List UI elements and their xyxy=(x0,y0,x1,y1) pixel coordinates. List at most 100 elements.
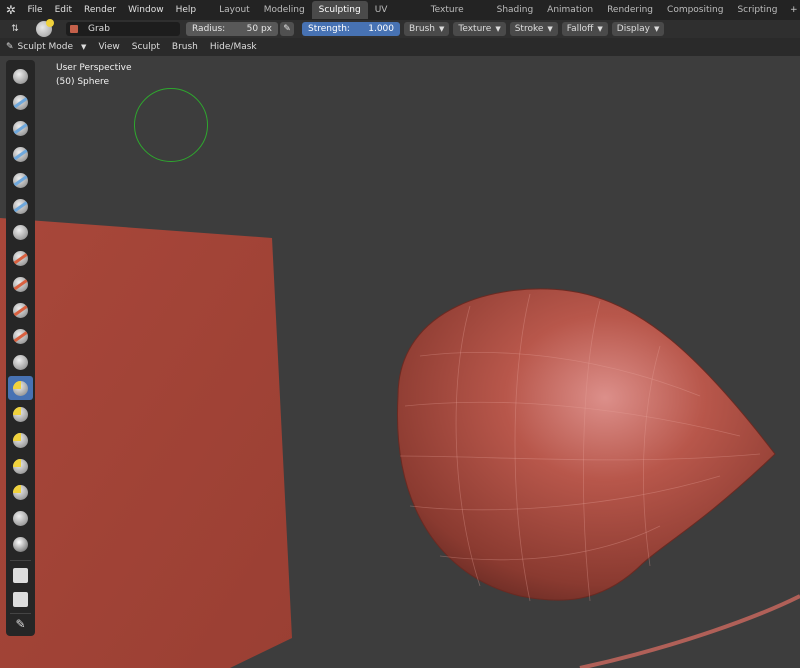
draw-tool-button[interactable] xyxy=(8,64,33,88)
brush-name-text: Grab xyxy=(88,24,110,34)
blob-icon xyxy=(13,198,28,214)
mode-label: Sculpt Mode xyxy=(17,42,74,52)
blob-tool-button[interactable] xyxy=(8,194,33,218)
radius-slider[interactable]: Radius: 50 px xyxy=(186,22,278,36)
inflate-tool-button[interactable] xyxy=(8,168,33,192)
display-dropdown[interactable]: Display ▼ xyxy=(611,22,665,36)
tab-scripting[interactable]: Scripting xyxy=(730,1,784,19)
brush-radius-circle xyxy=(134,88,208,162)
tab-texture-paint[interactable]: Texture Paint xyxy=(424,1,490,33)
menu-hide-mask[interactable]: Hide/Mask xyxy=(204,42,263,52)
tab-layout[interactable]: Layout xyxy=(212,1,257,19)
grab-tool-button[interactable] xyxy=(8,376,33,400)
scene-render xyxy=(0,218,800,668)
pinch-icon xyxy=(13,354,28,370)
view-name: User Perspective xyxy=(56,63,132,73)
snake-hook-icon xyxy=(13,406,28,422)
blender-logo-icon[interactable]: ✲ xyxy=(0,0,22,20)
brush-preview-icon[interactable] xyxy=(36,19,54,37)
tab-modeling[interactable]: Modeling xyxy=(257,1,312,19)
menu-edit[interactable]: Edit xyxy=(49,0,78,20)
stroke-dropdown[interactable]: Stroke ▼ xyxy=(509,22,558,36)
display-dropdown-label: Display xyxy=(616,24,650,34)
simplify-tool-button[interactable] xyxy=(8,506,33,530)
annotate-icon: ✎ xyxy=(15,616,26,631)
3d-viewport[interactable]: User Perspective (50) Sphere ✎ xyxy=(0,56,800,668)
stroke-dropdown-label: Stroke xyxy=(514,24,544,34)
brush-name-field[interactable]: Grab xyxy=(66,22,180,36)
fill-tool-button[interactable] xyxy=(8,298,33,322)
simplify-icon xyxy=(13,510,28,526)
mask-icon xyxy=(13,536,28,552)
tab-uv-editing[interactable]: UV Editing xyxy=(368,1,424,33)
tab-compositing[interactable]: Compositing xyxy=(660,1,730,19)
radius-label: Radius: xyxy=(192,24,226,34)
sculpt-mode-icon: ✎ xyxy=(6,42,14,52)
menu-brush[interactable]: Brush xyxy=(166,42,204,52)
strength-label: Strength: xyxy=(308,24,350,34)
layer-tool-button[interactable] xyxy=(8,142,33,166)
toolbar-separator xyxy=(10,560,31,561)
chevron-down-icon: ▼ xyxy=(547,25,553,33)
chevron-down-icon: ▼ xyxy=(597,25,603,33)
strength-slider[interactable]: Strength: 1.000 xyxy=(302,22,400,36)
smooth-tool-button[interactable] xyxy=(8,246,33,270)
tool-header: ⇅ Grab Radius: 50 px ✎ Strength: 1.000 B… xyxy=(0,19,800,38)
menu-file[interactable]: File xyxy=(22,0,49,20)
workspace-tabs: Layout Modeling Sculpting UV Editing Tex… xyxy=(212,0,800,33)
clay-strips-icon xyxy=(13,120,28,136)
flatten-tool-button[interactable] xyxy=(8,272,33,296)
curve-object xyxy=(579,594,800,668)
nudge-icon xyxy=(13,458,28,474)
tab-shading[interactable]: Shading xyxy=(490,1,541,19)
box-hide-tool-button[interactable] xyxy=(8,587,33,611)
clay-tool-button[interactable] xyxy=(8,90,33,114)
snake-hook-tool-button[interactable] xyxy=(8,402,33,426)
object-info: (50) Sphere xyxy=(56,77,110,87)
grab-icon xyxy=(13,380,28,396)
texture-dropdown[interactable]: Texture ▼ xyxy=(453,22,506,36)
crease-icon xyxy=(13,224,28,240)
radius-value: 50 px xyxy=(246,24,272,34)
menu-help[interactable]: Help xyxy=(170,0,203,20)
crease-tool-button[interactable] xyxy=(8,220,33,244)
brush-dropdown[interactable]: Brush ▼ xyxy=(404,22,450,36)
brush-datablock-icon xyxy=(70,25,78,33)
menu-view[interactable]: View xyxy=(92,42,125,52)
tab-sculpting[interactable]: Sculpting xyxy=(311,1,368,19)
annotate-tool-button[interactable]: ✎ xyxy=(8,612,33,636)
rotate-tool-button[interactable] xyxy=(8,480,33,504)
mode-selector[interactable]: ✎ Sculpt Mode ▼ xyxy=(6,42,86,52)
brush-dropdown-label: Brush xyxy=(409,24,435,34)
nudge-tool-button[interactable] xyxy=(8,454,33,478)
plane-mesh xyxy=(0,218,292,668)
falloff-dropdown[interactable]: Falloff ▼ xyxy=(561,22,608,36)
clay-strips-tool-button[interactable] xyxy=(8,116,33,140)
tab-rendering[interactable]: Rendering xyxy=(600,1,660,19)
tab-animation[interactable]: Animation xyxy=(540,1,600,19)
box-hide-icon xyxy=(13,591,28,607)
chevron-down-icon: ▼ xyxy=(81,43,87,51)
chevron-down-icon: ▼ xyxy=(653,25,660,33)
add-workspace-button[interactable]: + xyxy=(787,3,800,17)
box-mask-tool-button[interactable] xyxy=(8,563,33,587)
inflate-icon xyxy=(13,172,28,188)
eyedropper-icon[interactable]: ✎ xyxy=(280,22,294,36)
chevron-down-icon: ▼ xyxy=(495,25,501,33)
thumb-tool-button[interactable] xyxy=(8,428,33,452)
texture-dropdown-label: Texture xyxy=(458,24,492,34)
flatten-icon xyxy=(13,276,28,292)
menu-window[interactable]: Window xyxy=(122,0,170,20)
strength-value: 1.000 xyxy=(368,24,394,34)
menu-render[interactable]: Render xyxy=(78,0,122,20)
menu-sculpt[interactable]: Sculpt xyxy=(126,42,166,52)
pinch-tool-button[interactable] xyxy=(8,350,33,374)
rotate-icon xyxy=(13,484,28,500)
scrape-tool-button[interactable] xyxy=(8,324,33,348)
tool-settings-icon[interactable]: ⇅ xyxy=(0,20,30,38)
mask-tool-button[interactable] xyxy=(8,532,33,556)
top-bar: ✲ File Edit Render Window Help Layout Mo… xyxy=(0,0,800,33)
box-mask-icon xyxy=(13,567,28,583)
layer-icon xyxy=(13,146,28,162)
fill-icon xyxy=(13,302,28,318)
